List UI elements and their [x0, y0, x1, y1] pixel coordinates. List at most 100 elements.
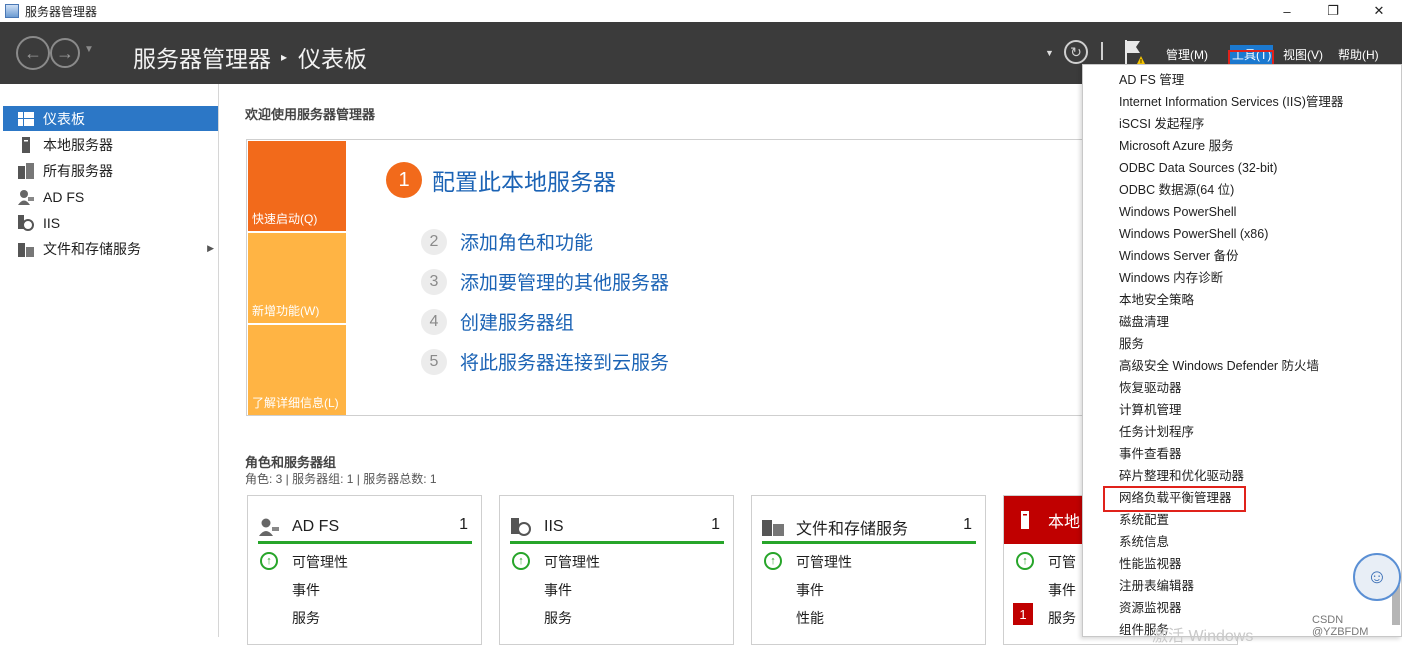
tile-whats-new[interactable]: 新增功能(W) [248, 233, 346, 323]
card-row-services[interactable]: 服务 [1048, 608, 1076, 628]
menu-item-performance-monitor[interactable]: 性能监视器 [1119, 554, 1182, 574]
refresh-icon: ↻ [1070, 43, 1082, 60]
step-add-servers[interactable]: 3 添加要管理的其他服务器 [421, 268, 669, 295]
menu-item-odbc-64[interactable]: ODBC 数据源(64 位) [1119, 180, 1234, 200]
menu-view[interactable]: 视图(V) [1283, 46, 1323, 63]
menu-item-task-scheduler[interactable]: 任务计划程序 [1119, 422, 1194, 442]
chevron-down-icon[interactable]: ▼ [1045, 48, 1054, 58]
server-icon [1014, 510, 1036, 530]
card-title: 本地 [1048, 514, 1081, 531]
step-number: 4 [421, 308, 447, 335]
card-row-manageability[interactable]: 可管 [1048, 552, 1076, 572]
nlb-highlight-box [1103, 486, 1246, 512]
step-connect-cloud[interactable]: 5 将此服务器连接到云服务 [421, 348, 669, 375]
notifications-flag-icon[interactable]: ! [1122, 38, 1146, 66]
breadcrumb-root[interactable]: 服务器管理器 [133, 40, 271, 74]
card-row-manageability[interactable]: 可管理性 [796, 552, 852, 572]
menu-item-powershell-x86[interactable]: Windows PowerShell (x86) [1119, 224, 1268, 244]
back-button[interactable]: ← [16, 36, 50, 70]
step-link[interactable]: 配置此本地服务器 [432, 163, 616, 197]
menu-item-computer-management[interactable]: 计算机管理 [1119, 400, 1182, 420]
step-configure-local-server[interactable]: 1 配置此本地服务器 [386, 162, 616, 198]
breadcrumb: 服务器管理器 ▸ 仪表板 [133, 40, 367, 74]
step-link[interactable]: 创建服务器组 [460, 308, 574, 335]
menu-manage[interactable]: 管理(M) [1166, 46, 1208, 63]
server-icon [18, 136, 34, 153]
menu-item-defender-firewall[interactable]: 高级安全 Windows Defender 防火墙 [1119, 356, 1319, 376]
card-row-events[interactable]: 事件 [292, 580, 320, 600]
sidebar-item-label: 所有服务器 [43, 162, 113, 179]
card-row-services[interactable]: 服务 [292, 608, 320, 628]
expand-arrow-icon[interactable]: ▶ [207, 243, 214, 254]
tools-dropdown-menu: AD FS 管理 Internet Information Services (… [1082, 64, 1402, 637]
status-ok-icon: ↑ [764, 552, 782, 570]
sidebar-item-dashboard[interactable]: 仪表板 [3, 106, 218, 131]
step-create-group[interactable]: 4 创建服务器组 [421, 308, 574, 335]
menu-help[interactable]: 帮助(H) [1338, 46, 1379, 63]
menu-item-local-security-policy[interactable]: 本地安全策略 [1119, 290, 1194, 310]
card-header[interactable]: AD FS 1 [258, 512, 472, 544]
menu-item-server-backup[interactable]: Windows Server 备份 [1119, 246, 1238, 266]
menu-item-resource-monitor[interactable]: 资源监视器 [1119, 598, 1182, 618]
menu-item-system-information[interactable]: 系统信息 [1119, 532, 1169, 552]
sidebar: 仪表板 本地服务器 所有服务器 AD FS IIS 文件和存储服务 ▶ [0, 84, 219, 637]
card-row-events[interactable]: 事件 [544, 580, 572, 600]
menu-item-memory-diagnostic[interactable]: Windows 内存诊断 [1119, 268, 1223, 288]
menu-item-disk-cleanup[interactable]: 磁盘清理 [1119, 312, 1169, 332]
card-row-events[interactable]: 事件 [796, 580, 824, 600]
dashboard-icon [18, 111, 34, 127]
step-link[interactable]: 将此服务器连接到云服务 [460, 348, 669, 375]
menu-item-defragment[interactable]: 碎片整理和优化驱动器 [1119, 466, 1244, 486]
menu-item-registry-editor[interactable]: 注册表编辑器 [1119, 576, 1194, 596]
sidebar-item-all-servers[interactable]: 所有服务器 [3, 158, 218, 183]
tile-learn-more[interactable]: 了解详细信息(L) [248, 325, 346, 415]
menu-item-services[interactable]: 服务 [1119, 334, 1144, 354]
role-card-iis[interactable]: IIS 1 ↑ 可管理性 事件 服务 [499, 495, 734, 645]
welcome-panel: 快速启动(Q) 新增功能(W) 了解详细信息(L) 1 配置此本地服务器 2 添… [246, 139, 1086, 416]
card-row-events[interactable]: 事件 [1048, 580, 1076, 600]
card-header[interactable]: 文件和存储服务 1 [762, 512, 976, 544]
minimize-button[interactable]: – [1264, 0, 1310, 22]
menu-item-system-configuration[interactable]: 系统配置 [1119, 510, 1169, 530]
menu-item-event-viewer[interactable]: 事件查看器 [1119, 444, 1182, 464]
restore-button[interactable]: ❐ [1310, 0, 1356, 22]
assistant-bot-icon[interactable]: ☺ [1353, 553, 1401, 601]
roles-section-title: 角色和服务器组 [245, 455, 337, 470]
step-link[interactable]: 添加要管理的其他服务器 [460, 268, 669, 295]
menu-item-adfs-management[interactable]: AD FS 管理 [1119, 70, 1184, 90]
file-storage-icon [18, 241, 34, 257]
tile-quick-start[interactable]: 快速启动(Q) [248, 141, 346, 231]
close-button[interactable]: ✕ [1356, 0, 1402, 22]
card-row-manageability[interactable]: 可管理性 [544, 552, 600, 572]
card-title: IIS [544, 517, 564, 535]
menu-item-powershell[interactable]: Windows PowerShell [1119, 202, 1236, 222]
menu-item-iis-manager[interactable]: Internet Information Services (IIS)管理器 [1119, 92, 1343, 112]
menu-item-azure-services[interactable]: Microsoft Azure 服务 [1119, 136, 1234, 156]
breadcrumb-page: 仪表板 [298, 46, 368, 72]
menu-item-odbc-32[interactable]: ODBC Data Sources (32-bit) [1119, 158, 1277, 178]
refresh-button[interactable]: ↻ [1064, 40, 1088, 64]
sidebar-item-file-storage[interactable]: 文件和存储服务 ▶ [3, 236, 218, 261]
step-add-roles[interactable]: 2 添加角色和功能 [421, 228, 593, 255]
step-number: 5 [421, 348, 447, 375]
servers-icon [18, 162, 34, 179]
menu-item-recovery-drive[interactable]: 恢复驱动器 [1119, 378, 1182, 398]
card-row-manageability[interactable]: 可管理性 [292, 552, 348, 572]
forward-button[interactable]: → [50, 38, 80, 68]
role-card-adfs[interactable]: AD FS 1 ↑ 可管理性 事件 服务 [247, 495, 482, 645]
card-row-performance[interactable]: 性能 [796, 608, 824, 628]
sidebar-item-local-server[interactable]: 本地服务器 [3, 132, 218, 157]
history-dropdown-icon[interactable]: ▼ [84, 44, 94, 55]
card-row-services[interactable]: 服务 [544, 608, 572, 628]
role-card-file-storage[interactable]: 文件和存储服务 1 ↑ 可管理性 事件 性能 [751, 495, 986, 645]
sidebar-item-label: 本地服务器 [43, 136, 113, 153]
alert-count-badge: 1 [1013, 603, 1033, 625]
card-title: AD FS [292, 517, 340, 535]
roles-summary: 角色: 3 | 服务器组: 1 | 服务器总数: 1 [245, 472, 437, 486]
sidebar-item-iis[interactable]: IIS [3, 210, 218, 235]
menu-item-iscsi-initiator[interactable]: iSCSI 发起程序 [1119, 114, 1204, 134]
csdn-watermark: CSDN @YZBFDM [1312, 614, 1369, 638]
card-header[interactable]: IIS 1 [510, 512, 724, 544]
sidebar-item-adfs[interactable]: AD FS [3, 184, 218, 209]
step-link[interactable]: 添加角色和功能 [460, 228, 593, 255]
